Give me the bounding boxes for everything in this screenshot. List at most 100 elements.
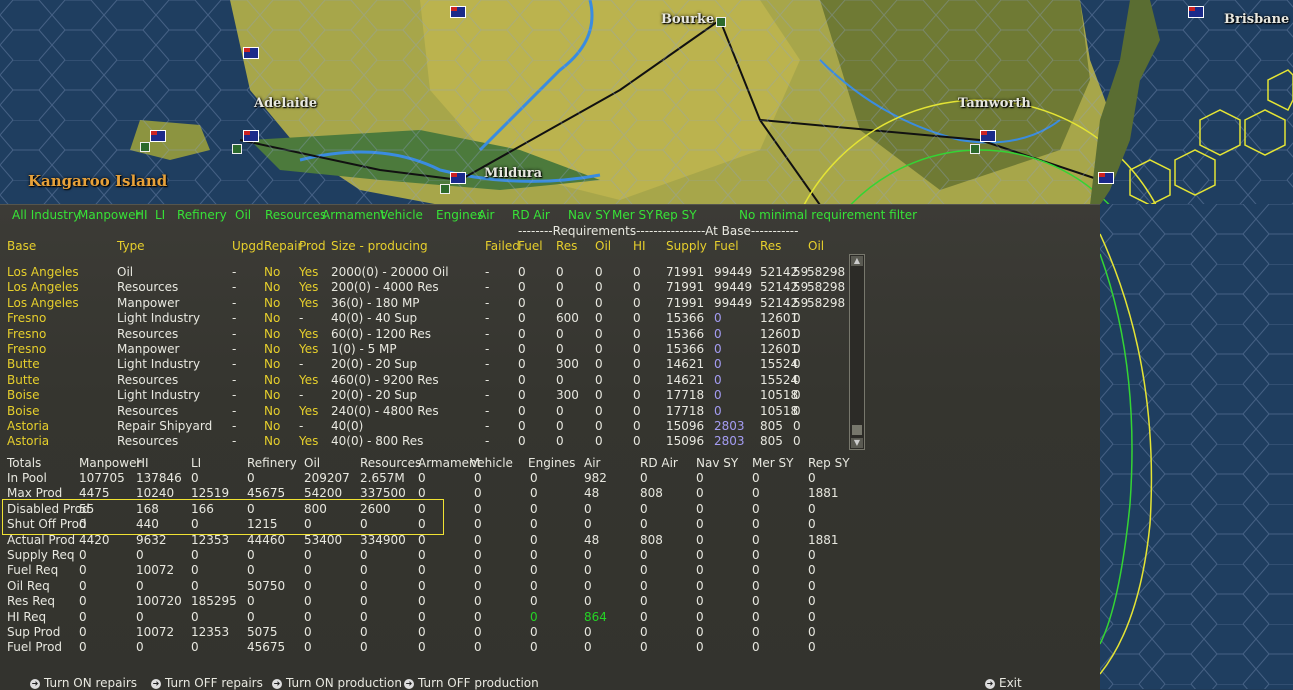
column-header[interactable]: Upgd [232, 239, 264, 253]
filter-rep-sy[interactable]: Rep SY [655, 208, 697, 222]
australia-flag-icon[interactable] [1098, 172, 1114, 184]
place-label[interactable]: Tamworth [958, 96, 1031, 111]
base-marker-icon[interactable] [232, 144, 242, 154]
filter-armament[interactable]: Armament [322, 208, 385, 222]
table-row[interactable]: Boise Light Industry - No - 20(0) - 20 Sup - 0 3… [0, 388, 850, 403]
cell-base[interactable]: Boise [7, 388, 40, 403]
filter-rd-air[interactable]: RD Air [512, 208, 550, 222]
cell-base[interactable]: Butte [7, 373, 40, 388]
cell-res: 0 [556, 372, 564, 387]
place-label[interactable]: Kangaroo Island [28, 172, 167, 190]
cell-base[interactable]: Los Angeles [7, 280, 79, 295]
cell-boil: 0 [793, 357, 801, 372]
australia-flag-icon[interactable] [1188, 6, 1204, 18]
totals-cell: 107705 [79, 471, 125, 485]
filter-nav-sy[interactable]: Nav SY [568, 208, 610, 222]
column-header[interactable]: Size - producing [331, 239, 428, 253]
place-label[interactable]: Mildura [484, 166, 542, 181]
filter-resources[interactable]: Resources [265, 208, 326, 222]
australia-flag-icon[interactable] [450, 172, 466, 184]
scroll-thumb[interactable] [852, 425, 862, 435]
filter-vehicle[interactable]: Vehicle [380, 208, 423, 222]
table-row[interactable]: Los Angeles Manpower - No Yes 36(0) - 180 MP -… [0, 296, 850, 311]
column-header[interactable]: Failed [485, 239, 520, 253]
column-header[interactable]: Base [7, 239, 36, 253]
cell-hi: 0 [633, 295, 641, 310]
cell-base[interactable]: Fresno [7, 311, 46, 326]
base-marker-icon[interactable] [716, 17, 726, 27]
australia-flag-icon[interactable] [150, 130, 166, 142]
base-marker-icon[interactable] [440, 184, 450, 194]
column-header[interactable]: Res [760, 239, 781, 253]
totals-header: Mer SY [752, 456, 794, 470]
cell-base[interactable]: Boise [7, 404, 40, 419]
button-turn-on-repairs[interactable]: ➜ Turn ON repairs [30, 676, 137, 690]
cell-base[interactable]: Fresno [7, 342, 46, 357]
column-header[interactable]: Oil [808, 239, 824, 253]
totals-cell: 0 [247, 501, 255, 516]
australia-flag-icon[interactable] [450, 6, 466, 18]
cell-failed: - [485, 388, 490, 403]
place-label[interactable]: Adelaide [254, 96, 317, 111]
base-marker-icon[interactable] [970, 144, 980, 154]
list-scrollbar[interactable]: ▲ ▼ [849, 254, 865, 450]
totals-cell: 864 [584, 609, 607, 624]
table-row[interactable]: Fresno Light Industry - No - 40(0) - 40 Sup - 0… [0, 311, 850, 326]
column-header[interactable]: Fuel [518, 239, 543, 253]
scroll-down-icon[interactable]: ▼ [851, 438, 863, 448]
table-row[interactable]: Butte Resources - No Yes 460(0) - 9200 Res - 0 0… [0, 373, 850, 388]
filter-mer-sy[interactable]: Mer SY [612, 208, 653, 222]
totals-cell: 0 [584, 594, 592, 609]
table-row[interactable]: Los Angeles Resources - No Yes 200(0) - 4000 … [0, 280, 850, 295]
button-turn-on-production[interactable]: ➜ Turn ON production [272, 676, 402, 690]
totals-cell: 0 [584, 625, 592, 639]
filter-li[interactable]: LI [155, 208, 165, 222]
filter-refinery[interactable]: Refinery [177, 208, 227, 222]
table-row[interactable]: Fresno Manpower - No Yes 1(0) - 5 MP - 0 0 0 0 1536… [0, 342, 850, 357]
totals-cell: 0 [304, 578, 312, 593]
place-label[interactable]: Brisbane [1224, 12, 1289, 27]
filter-oil[interactable]: Oil [235, 208, 251, 222]
column-header[interactable]: Type [117, 239, 145, 253]
column-header[interactable]: HI [633, 239, 646, 253]
cell-base[interactable]: Butte [7, 357, 40, 372]
column-header[interactable]: Prod [299, 239, 326, 253]
column-header[interactable]: Oil [595, 239, 611, 253]
filter-all-industry[interactable]: All Industry [12, 208, 80, 222]
column-header[interactable]: Fuel [714, 239, 739, 253]
cell-upgd: - [232, 280, 237, 295]
button-label: Turn ON repairs [44, 676, 138, 690]
table-row[interactable]: Fresno Resources - No Yes 60(0) - 1200 Res - 0 0… [0, 327, 850, 342]
totals-cell: 0 [360, 517, 368, 532]
cell-bfuel: 0 [714, 342, 722, 356]
table-row[interactable]: Butte Light Industry - No - 20(0) - 20 Sup - 0 3… [0, 357, 850, 372]
table-row[interactable]: Boise Resources - No Yes 240(0) - 4800 Res - 0 0… [0, 404, 850, 419]
table-row[interactable]: Astoria Repair Shipyard - No - 40(0) - 0 0 0 0 1509… [0, 419, 850, 434]
button-turn-off-production[interactable]: ➜ Turn OFF production [404, 676, 539, 690]
cell-base[interactable]: Astoria [7, 434, 49, 449]
totals-cell: 0 [640, 594, 648, 609]
australia-flag-icon[interactable] [980, 130, 996, 142]
table-row[interactable]: Astoria Resources - No Yes 40(0) - 800 Res - 0 0… [0, 434, 850, 449]
australia-flag-icon[interactable] [243, 130, 259, 142]
filter-no-minimal-requirement-filter[interactable]: No minimal requirement filter [739, 208, 917, 222]
scroll-up-icon[interactable]: ▲ [851, 256, 863, 266]
table-row[interactable]: Los Angeles Oil - No Yes 2000(0) - 20000 Oil -… [0, 265, 850, 280]
cell-base[interactable]: Los Angeles [7, 296, 79, 311]
cell-base[interactable]: Los Angeles [7, 265, 79, 280]
cell-oil: 0 [595, 326, 603, 341]
place-label[interactable]: Bourke [661, 12, 714, 27]
cell-base[interactable]: Astoria [7, 419, 49, 434]
exit-button[interactable]: ➜ Exit [985, 676, 1022, 690]
filter-air[interactable]: Air [478, 208, 494, 222]
base-marker-icon[interactable] [140, 142, 150, 152]
filter-hi[interactable]: HI [135, 208, 148, 222]
australia-flag-icon[interactable] [243, 47, 259, 59]
column-header[interactable]: Supply [666, 239, 707, 253]
column-header[interactable]: Res [556, 239, 577, 253]
cell-base[interactable]: Fresno [7, 327, 46, 342]
column-header[interactable]: Repair [264, 239, 302, 253]
filter-engines[interactable]: Engines [436, 208, 483, 222]
filter-manpower[interactable]: Manpower [78, 208, 140, 222]
button-turn-off-repairs[interactable]: ➜ Turn OFF repairs [151, 676, 263, 690]
